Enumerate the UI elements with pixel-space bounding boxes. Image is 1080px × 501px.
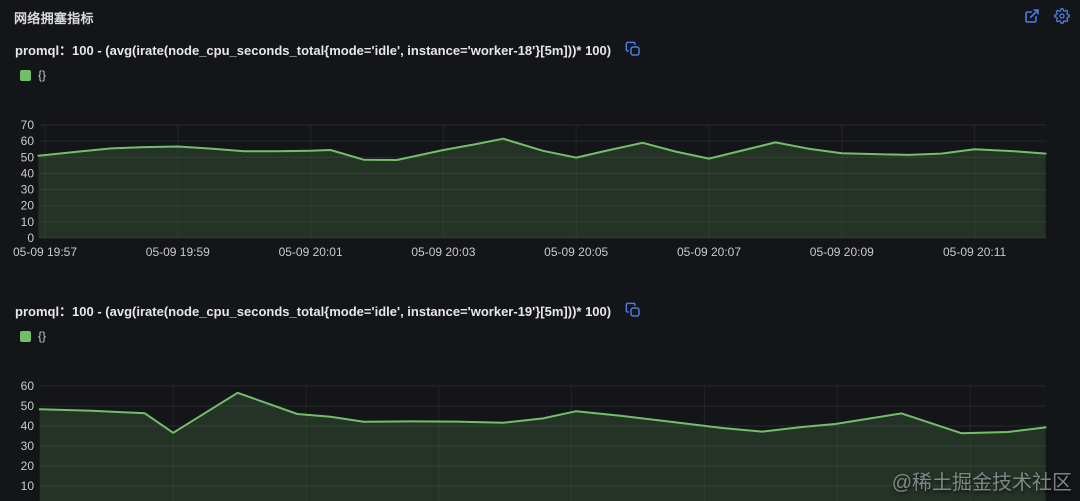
x-axis-label: 05-09 20:09	[810, 245, 874, 259]
legend-item[interactable]: {}	[0, 329, 1080, 343]
y-axis-label: 50	[21, 150, 35, 164]
series-area	[39, 392, 1046, 501]
panel-title: 网络拥塞指标	[14, 11, 94, 26]
y-axis-label: 40	[21, 419, 35, 433]
legend-swatch	[20, 330, 31, 342]
cpu-usage-chart-worker-18[interactable]: 0 10 20 30 40 50 60 70 05-09 19:57 05-09 19:59 05-…	[0, 110, 1080, 265]
cpu-usage-chart-worker-19[interactable]: 0102030405060	[0, 378, 1080, 501]
y-axis-label: 30	[21, 439, 35, 453]
panel-header: 网络拥塞指标	[0, 0, 1080, 28]
x-axis-label: 05-09 19:57	[13, 245, 77, 259]
y-axis-label: 60	[21, 379, 35, 393]
external-link-icon[interactable]	[1024, 8, 1040, 24]
x-axis-label: 05-09 20:01	[279, 245, 343, 259]
x-axis-label: 05-09 20:05	[544, 245, 608, 259]
y-axis-label: 10	[21, 215, 35, 229]
y-axis-label: 10	[21, 479, 35, 493]
header-icons	[1024, 8, 1070, 24]
promql-query-worker-19: promql：100 - (avg(irate(node_cpu_seconds…	[15, 303, 612, 319]
query-row-worker-18: promql：100 - (avg(irate(node_cpu_seconds…	[0, 40, 1080, 58]
y-axis-label: 0	[27, 231, 34, 245]
legend-label: {}	[38, 329, 47, 343]
promql-query-worker-18: promql：100 - (avg(irate(node_cpu_seconds…	[15, 42, 612, 58]
x-axis-label: 05-09 20:07	[677, 245, 741, 259]
y-axis-label: 20	[21, 459, 35, 473]
query-row-worker-19: promql：100 - (avg(irate(node_cpu_seconds…	[0, 301, 1080, 319]
y-axis-label: 50	[21, 399, 35, 413]
x-axis-label: 05-09 19:59	[146, 245, 210, 259]
legend-swatch	[20, 69, 31, 81]
y-axis-label: 40	[21, 166, 35, 180]
gear-icon[interactable]	[1054, 8, 1070, 24]
copy-icon[interactable]	[625, 302, 641, 318]
x-axis-label: 05-09 20:03	[411, 245, 475, 259]
legend-item[interactable]: {}	[0, 68, 1080, 82]
y-axis-label: 60	[21, 134, 35, 148]
copy-icon[interactable]	[625, 41, 641, 57]
y-axis-label: 20	[21, 199, 35, 213]
legend-label: {}	[38, 68, 47, 82]
x-axis-label: 05-09 20:11	[943, 245, 1006, 259]
y-axis-label: 30	[21, 183, 35, 197]
y-axis-label: 70	[21, 118, 35, 132]
